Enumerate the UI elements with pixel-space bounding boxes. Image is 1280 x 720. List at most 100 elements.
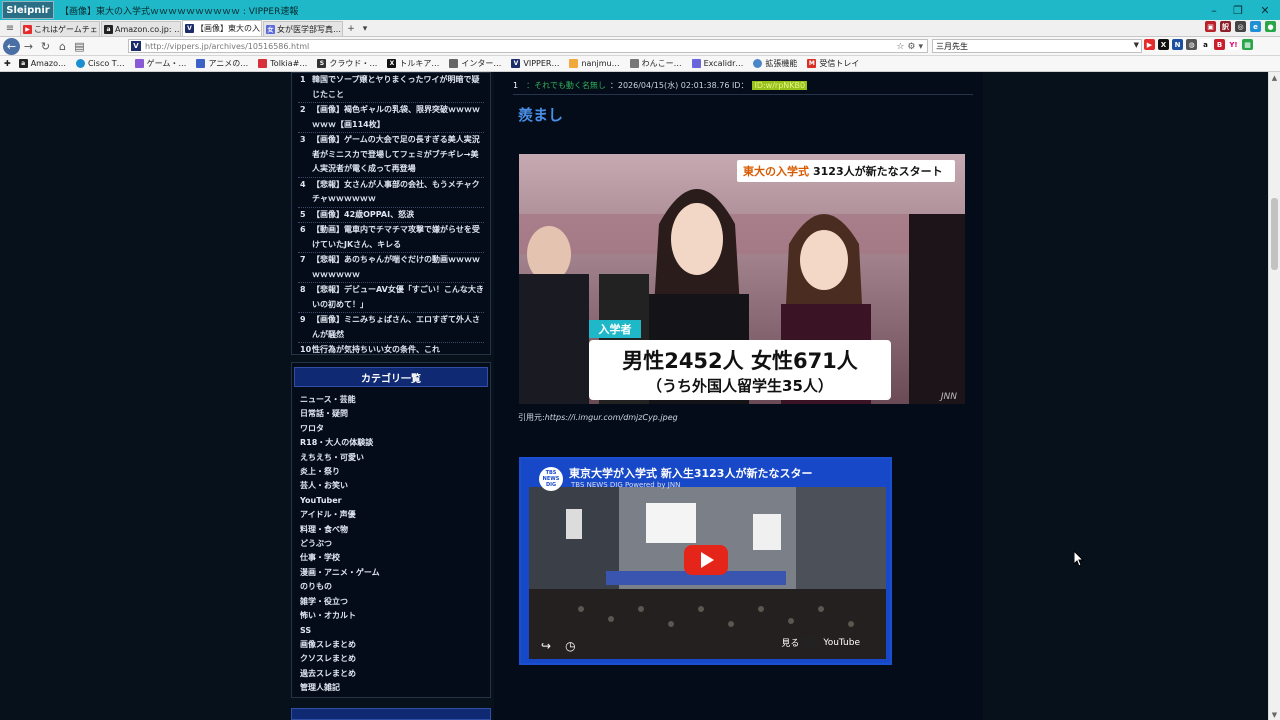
tab-0[interactable]: ▶これはゲームチェン… <box>20 21 100 36</box>
address-bar[interactable]: V http://vippers.jp/archives/10516586.ht… <box>128 39 928 53</box>
category-link[interactable]: アイドル・声優 <box>292 508 490 522</box>
news-icon[interactable]: N <box>1172 39 1183 50</box>
rank-title[interactable]: 【悲報】デビューAV女優「すごい！こんな大きいの初めて！」 <box>308 283 484 312</box>
clock-icon[interactable]: ◷ <box>565 639 575 653</box>
add-bookmark-button[interactable]: ✚ <box>4 59 11 68</box>
bookmark-11[interactable]: Excalidr… <box>691 59 743 68</box>
rank-title[interactable]: 【悲報】あのちゃんが喘ぐだけの動画ｗｗｗｗｗｗｗｗｗｗ <box>308 253 484 282</box>
rank-title[interactable]: 【画像】ミニみちょぱさん、エロすぎて外人さんが騒然 <box>308 313 484 342</box>
ranking-item[interactable]: 8 【悲報】デビューAV女優「すごい！こんな大きいの初めて！」 <box>298 283 484 313</box>
rank-title[interactable]: 【悲報】女さんが人事部の会社、もうメチャクチャｗｗｗｗｗｗ <box>308 178 484 207</box>
channel-logo[interactable]: TBS NEWS DIG <box>539 467 563 491</box>
ranking-item[interactable]: 3 【画像】ゲームの大会で足の長すぎる美人実況者がミニスカで登場してフェミがブチギ… <box>298 133 484 178</box>
ranking-item[interactable]: 1 韓国でソープ嬢とヤりまくったワイが明暗で疑じたこと <box>298 73 484 103</box>
category-link[interactable]: ニュース・芸能 <box>292 393 490 407</box>
category-link[interactable]: 仕事・学校 <box>292 551 490 565</box>
scroll-down-icon[interactable]: ▼ <box>1269 709 1280 720</box>
category-link[interactable]: R18・大人の体験談 <box>292 436 490 450</box>
play-button[interactable] <box>684 545 728 575</box>
ranking-item[interactable]: 5 【画像】42歳OPPAI、怒涙 <box>298 208 484 223</box>
ranking-item[interactable]: 6 【動画】電車内でチマチマ攻撃で嫌がらせを受けていたJKさん、キレる <box>298 223 484 253</box>
forward-button[interactable]: → <box>20 38 37 55</box>
ranking-item[interactable]: 7 【悲報】あのちゃんが喘ぐだけの動画ｗｗｗｗｗｗｗｗｗｗ <box>298 253 484 283</box>
category-link[interactable]: 漫画・アニメ・ゲーム <box>292 566 490 580</box>
star-icon[interactable]: ☆ <box>896 42 904 52</box>
dropdown-icon[interactable]: ▾ <box>918 42 923 52</box>
rank-title[interactable]: 韓国でソープ嬢とヤりまくったワイが明暗で疑じたこと <box>308 73 484 102</box>
tab-3[interactable]: 女女が医学部写真… <box>263 21 343 36</box>
bookmark-7[interactable]: インター… <box>449 58 501 69</box>
user-icon[interactable]: ◍ <box>1186 39 1197 50</box>
category-link[interactable]: どうぶつ <box>292 537 490 551</box>
rank-title[interactable]: 性行為が気持ちいい女の条件、これ <box>308 343 440 358</box>
bookmark-10[interactable]: わんこー… <box>629 58 682 69</box>
youtube-icon[interactable]: ▶ <box>1144 39 1155 50</box>
category-link[interactable]: 雑学・役立つ <box>292 595 490 609</box>
category-link[interactable]: のりもの <box>292 580 490 594</box>
translate-icon[interactable]: 訳 <box>1220 21 1231 32</box>
ranking-item[interactable]: 2 【画像】褐色ギャルの乳袋、限界突破ｗｗｗｗｗｗｗ【画114枚】 <box>298 103 484 133</box>
rank-title[interactable]: 【動画】電車内でチマチマ攻撃で嫌がらせを受けていたJKさん、キレる <box>308 223 484 252</box>
bookmark-0[interactable]: a Amazo… <box>18 59 66 68</box>
category-link[interactable]: 芸人・お笑い <box>292 479 490 493</box>
video-title[interactable]: 東京大学が入学式 新入生3123人が新たなスター <box>569 465 812 481</box>
citation-link[interactable]: https://i.imgur.com/dmjzCyp.jpeg <box>545 413 678 422</box>
bookmark-5[interactable]: S クラウド・… <box>317 58 377 69</box>
close-button[interactable]: ✕ <box>1250 0 1280 20</box>
share-icon[interactable]: ↪ <box>541 639 551 653</box>
rank-title[interactable]: 【画像】42歳OPPAI、怒涙 <box>308 208 414 223</box>
settings-icon[interactable]: ⚙ <box>907 42 915 52</box>
category-link[interactable]: 日常話・疑問 <box>292 407 490 421</box>
minimize-button[interactable]: – <box>1202 0 1226 20</box>
grid-icon[interactable]: ▦ <box>1242 39 1253 50</box>
extension-icon[interactable]: ▣ <box>1205 21 1216 32</box>
news-image[interactable]: 東大の入学式 3123人が新たなスタート 入学者 男性2452人 女性671人 … <box>519 154 965 404</box>
ranking-item[interactable]: 9 【画像】ミニみちょぱさん、エロすぎて外人さんが騒然 <box>298 313 484 343</box>
category-link[interactable]: 怖い・オカルト <box>292 609 490 623</box>
scroll-up-icon[interactable]: ▲ <box>1269 72 1280 83</box>
y-icon[interactable]: Y! <box>1228 39 1239 50</box>
amazon-icon[interactable]: a <box>1200 39 1211 50</box>
chrome-icon[interactable]: ● <box>1265 21 1276 32</box>
page-menu-icon[interactable]: ▤ <box>71 38 88 55</box>
x-icon[interactable]: X <box>1158 39 1169 50</box>
category-link[interactable]: クソスレまとめ <box>292 652 490 666</box>
rank-title[interactable]: 【画像】ゲームの大会で足の長すぎる美人実況者がミニスカで登場してフェミがブチギレ… <box>308 133 484 177</box>
category-link[interactable]: ワロタ <box>292 422 490 436</box>
bookmark-icon[interactable]: B <box>1214 39 1225 50</box>
category-link[interactable]: えちえち・可愛い <box>292 451 490 465</box>
category-link[interactable]: 管理人雑記 <box>292 681 490 695</box>
bookmark-6[interactable]: X トルキア… <box>387 58 439 69</box>
home-icon[interactable]: ⌂ <box>54 38 71 55</box>
back-button[interactable]: ← <box>3 37 20 55</box>
category-link[interactable]: 炎上・祭り <box>292 465 490 479</box>
bookmark-2[interactable]: ゲーム・… <box>134 58 186 69</box>
new-tab-button[interactable]: + <box>344 21 358 36</box>
category-link[interactable]: 画像スレまとめ <box>292 638 490 652</box>
app-menu-button[interactable]: Sleipnir <box>2 1 54 19</box>
bookmark-12[interactable]: 拡張機能 <box>753 58 797 69</box>
bookmark-3[interactable]: アニメの… <box>196 58 248 69</box>
scrollbar-thumb[interactable] <box>1271 198 1278 270</box>
chevron-down-icon[interactable]: ▼ <box>1134 41 1139 49</box>
reload-button[interactable]: ↻ <box>37 38 54 55</box>
tab-1[interactable]: a Amazon.co.jp: … <box>101 21 181 36</box>
restore-button[interactable]: ❐ <box>1226 0 1250 20</box>
vertical-scrollbar[interactable]: ▲ ▼ <box>1268 72 1280 720</box>
youtube-embed[interactable]: TBS NEWS DIG 東京大学が入学式 新入生3123人が新たなスター TB… <box>519 457 892 665</box>
category-link[interactable]: YouTuber <box>292 494 490 508</box>
ranking-item[interactable]: 4 【悲報】女さんが人事部の会社、もうメチャクチャｗｗｗｗｗｗ <box>298 178 484 208</box>
tab-list-button[interactable]: ▾ <box>358 21 372 36</box>
category-link[interactable]: SS <box>292 624 490 638</box>
shield-icon[interactable]: ◎ <box>1235 21 1246 32</box>
tab-2[interactable]: V 【画像】東大の入… <box>182 20 262 36</box>
category-link[interactable]: 料理・食べ物 <box>292 523 490 537</box>
search-input[interactable]: 三月先生 ▼ <box>932 39 1142 53</box>
tab-menu-icon[interactable]: ≡ <box>0 20 20 36</box>
bookmark-4[interactable]: Tolkia#… <box>258 59 307 68</box>
category-link[interactable]: 過去スレまとめ <box>292 667 490 681</box>
bookmark-9[interactable]: nanjmu… <box>569 59 620 68</box>
ranking-item[interactable]: 10 性行為が気持ちいい女の条件、これ <box>298 343 484 358</box>
bookmark-8[interactable]: V VIPPER… <box>511 59 559 68</box>
watch-on-youtube-button[interactable]: 見る YouTube <box>781 636 860 649</box>
